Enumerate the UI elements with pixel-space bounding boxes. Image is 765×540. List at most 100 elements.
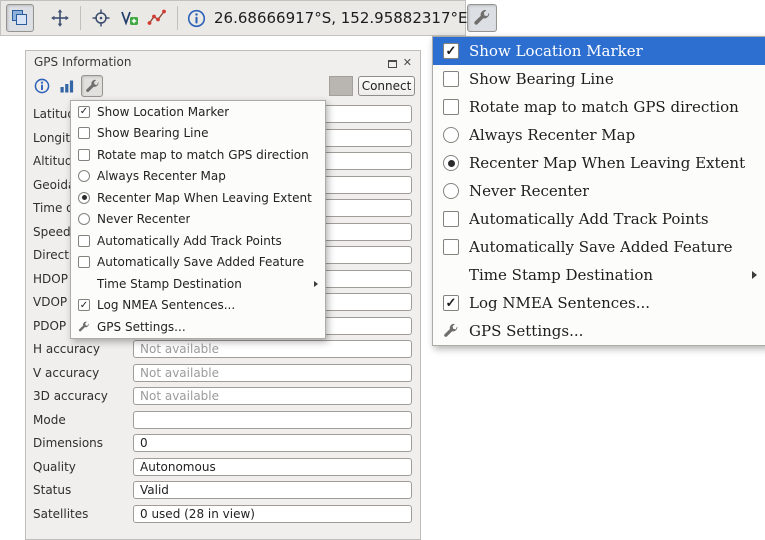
checkbox-indicator [443, 71, 459, 87]
menu-item-label: Show Location Marker [97, 105, 229, 119]
wrench-icon [443, 323, 459, 339]
dimensions-field[interactable] [133, 434, 412, 452]
field-label: H accuracy [33, 342, 133, 356]
screenshot-root: 26.68666917°S, 152.95882317°E GPS Inform… [0, 0, 765, 540]
pan-to-location-button[interactable] [46, 4, 74, 32]
field-row-v-accuracy: V accuracy [33, 364, 412, 382]
menu-item-label: GPS Settings... [469, 322, 583, 340]
menu-item-never-recenter[interactable]: Never Recenter [433, 177, 765, 205]
checkbox-indicator [78, 149, 90, 161]
menu-item-label: Time Stamp Destination [97, 277, 242, 291]
menu-item-recenter-map-when-leaving-extent[interactable]: Recenter Map When Leaving Extent [433, 149, 765, 177]
gps-acquisition-button[interactable] [6, 4, 34, 32]
float-icon [388, 60, 397, 68]
menu-item-label: Always Recenter Map [469, 126, 635, 144]
menu-item-rotate-map-to-match-gps-direction[interactable]: Rotate map to match GPS direction [71, 144, 325, 166]
menu-item-gps-settings[interactable]: GPS Settings... [433, 317, 765, 345]
add-track-point-icon [147, 8, 167, 28]
menu-indent-spacer [443, 267, 459, 283]
menu-item-show-bearing-line[interactable]: Show Bearing Line [71, 123, 325, 145]
menu-item-show-bearing-line[interactable]: Show Bearing Line [433, 65, 765, 93]
menu-item-label: Log NMEA Sentences... [469, 294, 650, 312]
menu-item-never-recenter[interactable]: Never Recenter [71, 209, 325, 231]
menu-item-label: Never Recenter [469, 182, 589, 200]
panel-titlebar: GPS Information ✕ [26, 51, 420, 73]
signal-strength-button[interactable] [56, 75, 78, 97]
menu-item-label: Automatically Add Track Points [469, 210, 709, 228]
recenter-button[interactable] [87, 4, 115, 32]
menu-item-rotate-map-to-match-gps-direction[interactable]: Rotate map to match GPS direction [433, 93, 765, 121]
menu-item-label: Show Location Marker [469, 42, 643, 60]
menu-item-label: Automatically Save Added Feature [97, 255, 304, 269]
menu-item-time-stamp-destination[interactable]: Time Stamp Destination [71, 273, 325, 295]
checkbox-indicator [78, 127, 90, 139]
add-track-point-button[interactable] [143, 4, 171, 32]
menu-item-time-stamp-destination[interactable]: Time Stamp Destination [433, 261, 765, 289]
disabled-button[interactable] [329, 76, 353, 96]
gps-options-menu-large: ✓Show Location MarkerShow Bearing LineRo… [432, 36, 765, 346]
field-row-3d-accuracy: 3D accuracy [33, 387, 412, 405]
menu-item-label: Recenter Map When Leaving Extent [469, 154, 745, 172]
menu-item-log-nmea-sentences[interactable]: ✓ Log NMEA Sentences... [71, 295, 325, 317]
radio-indicator [78, 170, 90, 182]
menu-item-label: Time Stamp Destination [469, 266, 653, 284]
field-label: Mode [33, 413, 133, 427]
add-vertex-icon [119, 8, 139, 28]
field-label: Satellites [33, 507, 133, 521]
menu-item-recenter-map-when-leaving-extent[interactable]: Recenter Map When Leaving Extent [71, 187, 325, 209]
float-panel-button[interactable] [388, 53, 397, 72]
field-row-quality: Quality [33, 458, 412, 476]
gps-toolbar: 26.68666917°S, 152.95882317°E [0, 0, 466, 36]
field-row-h-accuracy: H accuracy [33, 340, 412, 358]
gps-info-button[interactable] [184, 6, 208, 30]
quality-field[interactable] [133, 458, 412, 476]
checkbox-indicator [443, 99, 459, 115]
field-label: Quality [33, 460, 133, 474]
menu-item-label: Log NMEA Sentences... [97, 298, 235, 312]
3d-accuracy-field[interactable] [133, 387, 412, 405]
menu-item-show-location-marker[interactable]: ✓Show Location Marker [433, 37, 765, 65]
radio-indicator [78, 213, 90, 225]
signal-chart-icon [59, 78, 75, 94]
field-row-status: Status [33, 481, 412, 499]
close-panel-button[interactable]: ✕ [403, 57, 412, 68]
checkbox-indicator: ✓ [78, 299, 90, 311]
connect-button[interactable]: Connect [358, 76, 415, 96]
satellites-field[interactable] [133, 505, 412, 523]
mode-field[interactable] [133, 411, 412, 429]
checkbox-indicator: ✓ [78, 106, 90, 118]
radio-indicator [443, 155, 459, 171]
add-vertex-button[interactable] [115, 4, 143, 32]
menu-item-show-location-marker[interactable]: ✓ Show Location Marker [71, 101, 325, 123]
menu-indent-spacer [78, 278, 90, 290]
menu-item-label: Automatically Save Added Feature [469, 238, 733, 256]
status-field[interactable] [133, 481, 412, 499]
checkbox-indicator [443, 211, 459, 227]
field-label: V accuracy [33, 366, 133, 380]
menu-item-gps-settings[interactable]: GPS Settings... [71, 316, 325, 338]
position-info-button[interactable] [31, 75, 53, 97]
gps-settings-toolbar-button[interactable] [467, 4, 497, 32]
menu-item-log-nmea-sentences[interactable]: ✓ Log NMEA Sentences... [433, 289, 765, 317]
menu-item-always-recenter-map[interactable]: Always Recenter Map [71, 166, 325, 188]
gps-options-menu-small: ✓ Show Location Marker Show Bearing LineRo… [70, 100, 326, 339]
wrench-icon [78, 321, 90, 333]
menu-item-automatically-save-added-feature[interactable]: Automatically Save Added Feature [71, 252, 325, 274]
v-accuracy-field[interactable] [133, 364, 412, 382]
submenu-arrow-icon [314, 281, 318, 287]
radio-indicator [78, 192, 90, 204]
checkbox-indicator [443, 239, 459, 255]
checkbox-indicator: ✓ [443, 295, 459, 311]
h-accuracy-field[interactable] [133, 340, 412, 358]
gps-coordinates-display: 26.68666917°S, 152.95882317°E [214, 9, 467, 27]
toolbar-separator [80, 6, 81, 30]
recenter-crosshair-icon [91, 8, 111, 28]
menu-item-automatically-save-added-feature[interactable]: Automatically Save Added Feature [433, 233, 765, 261]
gps-options-button[interactable] [81, 75, 103, 97]
menu-item-automatically-add-track-points[interactable]: Automatically Add Track Points [433, 205, 765, 233]
menu-item-always-recenter-map[interactable]: Always Recenter Map [433, 121, 765, 149]
menu-item-automatically-add-track-points[interactable]: Automatically Add Track Points [71, 230, 325, 252]
checkbox-indicator [78, 235, 90, 247]
field-row-mode: Mode [33, 411, 412, 429]
menu-item-label: Rotate map to match GPS direction [469, 98, 739, 116]
